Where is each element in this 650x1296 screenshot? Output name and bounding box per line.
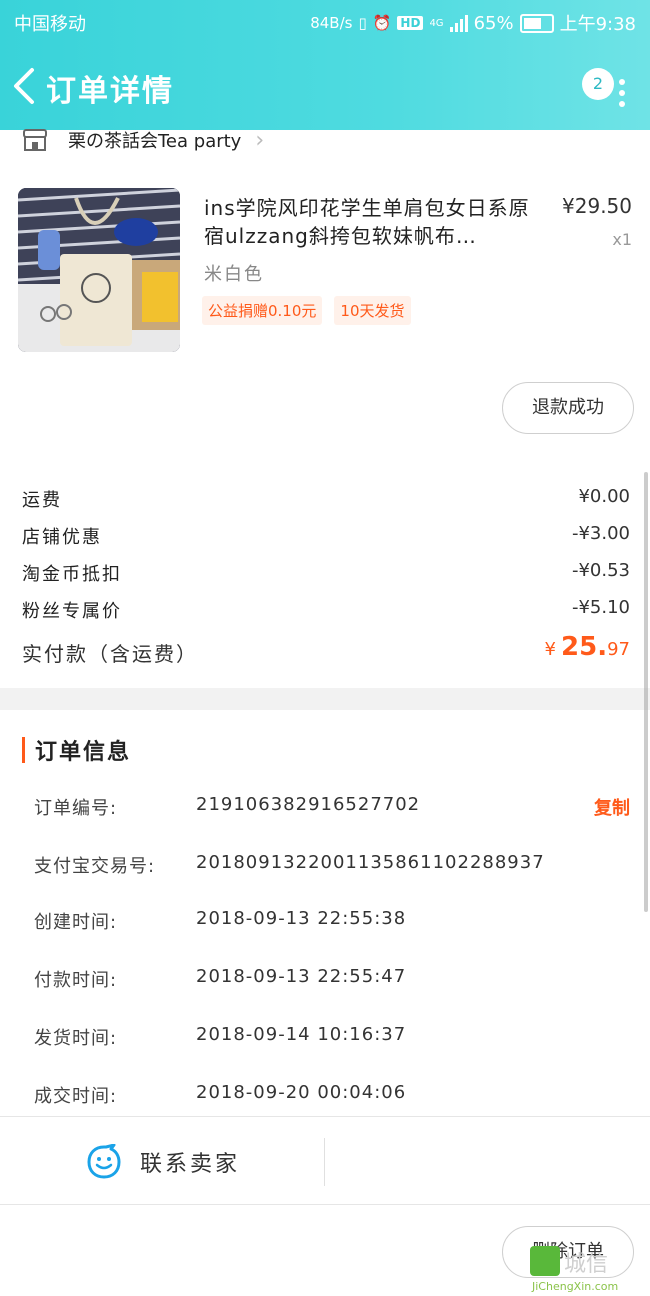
vibrate-icon: ▯	[358, 14, 367, 32]
info-label: 创建时间:	[34, 912, 118, 933]
fee-row-shipping: 运费 ¥0.00	[22, 482, 630, 519]
watermark: 城信 JiChengXin.com	[530, 1246, 648, 1294]
product-tags: 公益捐赠0.10元 10天发货	[202, 296, 411, 325]
completed-time-value: 2018-09-20 00:04:06	[196, 1082, 407, 1103]
scrollbar[interactable]	[644, 472, 648, 912]
product-title[interactable]: ins学院风印花学生单肩包女日系原宿ulzzang斜挎包软妹帆布…	[204, 194, 544, 250]
fee-label: 粉丝专属价	[22, 601, 122, 622]
fee-value: -¥0.53	[571, 560, 630, 581]
message-count-badge: 2	[582, 68, 614, 100]
dot-icon	[619, 101, 625, 107]
info-label: 订单编号:	[34, 798, 118, 819]
order-info-title: 订单信息	[35, 740, 132, 765]
info-label: 支付宝交易号:	[34, 856, 156, 877]
section-divider	[0, 688, 650, 710]
clock: 上午9:38	[559, 14, 636, 35]
chat-bubble-icon	[87, 1144, 121, 1179]
info-row-order-number: 订单编号: 219106382916527702 复制	[34, 780, 630, 838]
contact-seller-label: 联系卖家	[140, 1152, 241, 1177]
order-info-list: 订单编号: 219106382916527702 复制 支付宝交易号: 2018…	[34, 780, 630, 1126]
total-label: 实付款（含运费）	[22, 642, 198, 666]
fee-summary: 运费 ¥0.00 店铺优惠 -¥3.00 淘金币抵扣 -¥0.53 粉丝专属价 …	[22, 482, 630, 676]
product-sku: 米白色	[204, 264, 264, 285]
info-row-completed: 成交时间: 2018-09-20 00:04:06	[34, 1068, 630, 1126]
battery-percent: 65%	[473, 12, 514, 34]
dot-icon	[619, 79, 625, 85]
product-photo	[18, 188, 180, 352]
watermark-logo-icon	[530, 1246, 560, 1276]
order-info-header: 订单信息	[22, 734, 131, 766]
header-bar: 中国移动 84B/s ▯ ⏰ HD 4G 65% 上午9:38 订单详情 2	[0, 0, 650, 130]
shop-name: 栗の茶話会Tea party	[68, 131, 242, 152]
product-item[interactable]: ins学院风印花学生单肩包女日系原宿ulzzang斜挎包软妹帆布… ¥29.50…	[18, 188, 632, 352]
vertical-divider	[324, 1138, 325, 1186]
info-row-shipped: 发货时间: 2018-09-14 10:16:37	[34, 1010, 630, 1068]
product-quantity: x1	[612, 230, 632, 249]
status-indicators: 84B/s ▯ ⏰ HD 4G 65% 上午9:38	[310, 10, 636, 36]
fee-value: ¥0.00	[578, 486, 630, 507]
dot-icon	[619, 90, 625, 96]
watermark-text: 城信	[564, 1252, 609, 1277]
section-accent-bar	[22, 737, 25, 763]
nav-bar: 订单详情 2	[0, 56, 650, 120]
alarm-icon: ⏰	[372, 14, 392, 32]
chevron-right-icon: ›	[255, 127, 265, 153]
signal-icon	[449, 14, 468, 32]
currency-symbol: ¥	[544, 639, 556, 660]
charity-tag: 公益捐赠0.10元	[202, 296, 323, 325]
total-amount: ¥ 25.97	[544, 632, 630, 662]
info-label: 付款时间:	[34, 970, 118, 991]
order-number-value[interactable]: 219106382916527702	[196, 794, 420, 815]
created-time-value: 2018-09-13 22:55:38	[196, 908, 407, 929]
copy-button[interactable]: 复制	[594, 794, 630, 820]
battery-level-fill	[523, 17, 542, 29]
info-label: 发货时间:	[34, 1028, 118, 1049]
shipped-time-value: 2018-09-14 10:16:37	[196, 1024, 407, 1045]
divider-line	[0, 1116, 650, 1117]
shop-header[interactable]: 栗の茶話会Tea party ›	[22, 124, 264, 156]
total-decimal: 97	[607, 639, 630, 660]
fee-label: 运费	[22, 490, 62, 511]
fee-label: 店铺优惠	[22, 527, 102, 548]
page-title: 订单详情	[46, 74, 174, 109]
store-icon	[23, 129, 47, 151]
total-integer: 25.	[561, 632, 608, 662]
fee-value: -¥5.10	[571, 597, 630, 618]
info-row-alipay-number: 支付宝交易号: 2018091322001135861102288937	[34, 838, 630, 894]
back-button[interactable]	[8, 64, 44, 108]
fee-label: 淘金币抵扣	[22, 564, 122, 585]
product-image[interactable]	[18, 188, 180, 352]
status-bar: 中国移动 84B/s ▯ ⏰ HD 4G 65% 上午9:38	[0, 0, 650, 44]
fee-row-coin-deduction: 淘金币抵扣 -¥0.53	[22, 556, 630, 593]
alipay-number-value[interactable]: 2018091322001135861102288937	[196, 852, 545, 873]
refund-status-button[interactable]: 退款成功	[502, 382, 634, 434]
fee-row-shop-discount: 店铺优惠 -¥3.00	[22, 519, 630, 556]
hd-badge: HD	[397, 16, 424, 30]
watermark-url: JiChengXin.com	[532, 1280, 619, 1293]
fee-row-fan-price: 粉丝专属价 -¥5.10	[22, 593, 630, 630]
network-type: 4G	[429, 17, 444, 29]
paid-time-value: 2018-09-13 22:55:47	[196, 966, 407, 987]
more-menu-button[interactable]: 2	[582, 68, 630, 114]
info-row-created: 创建时间: 2018-09-13 22:55:38	[34, 894, 630, 952]
shipping-tag: 10天发货	[334, 296, 411, 325]
divider-line	[0, 1204, 650, 1205]
net-speed: 84B/s	[310, 14, 353, 32]
fee-value: -¥3.00	[571, 523, 630, 544]
battery-icon	[519, 13, 554, 33]
info-label: 成交时间:	[34, 1086, 118, 1107]
carrier-name: 中国移动	[14, 14, 86, 35]
info-row-paid: 付款时间: 2018-09-13 22:55:47	[34, 952, 630, 1010]
contact-seller-button[interactable]: 联系卖家	[86, 1140, 240, 1184]
product-price: ¥29.50	[562, 194, 632, 218]
chevron-left-icon	[14, 68, 34, 104]
total-paid-row: 实付款（含运费） ¥ 25.97	[22, 632, 630, 676]
